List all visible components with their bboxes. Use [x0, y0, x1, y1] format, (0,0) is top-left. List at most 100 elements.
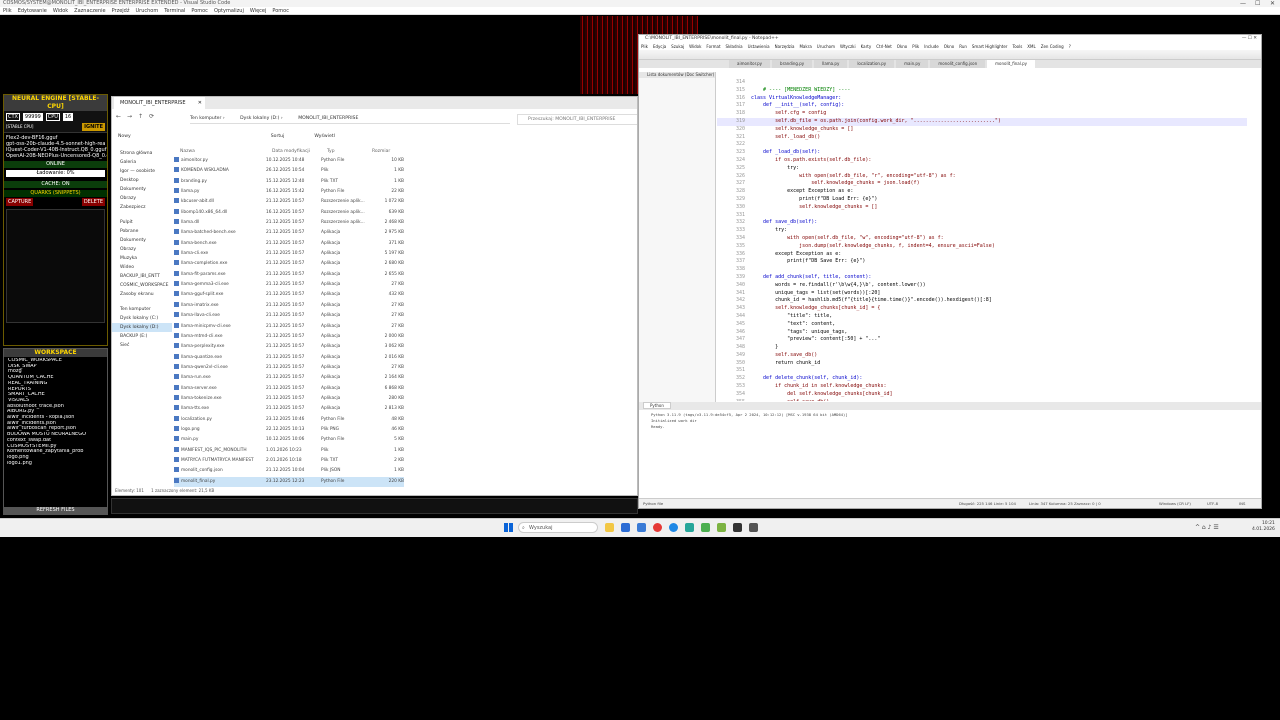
editor-menu-item[interactable]: Smart Highlighter	[972, 43, 1008, 50]
code-line[interactable]: 331	[717, 212, 1247, 220]
editor-menu-item[interactable]: Format	[706, 43, 720, 50]
code-line[interactable]: 347 "preview": content[:50] + "..."	[717, 336, 1247, 344]
editor-tab[interactable]: aimonitor.py	[729, 60, 771, 68]
nav-item[interactable]: Galeria	[112, 158, 172, 167]
nav-item[interactable]: Dokumenty	[112, 236, 172, 245]
file-row[interactable]: llama-gguf-split.exe 21.12.2025 10:57 Apli…	[174, 290, 404, 300]
menu-view[interactable]: Widok	[53, 7, 68, 14]
nav-arrows-icon[interactable]: ←→↑⟳	[116, 113, 160, 120]
taskbar-search-input[interactable]: Wyszukaj	[529, 525, 552, 531]
editor-menu-item[interactable]: Uruchom	[817, 43, 835, 50]
code-line[interactable]: 340 words = re.findall(r'\b\w{4,}\b', co…	[717, 282, 1247, 290]
taskbar-search[interactable]: ⌕ Wyszukaj	[518, 522, 598, 533]
file-row[interactable]: localization.py 23.12.2025 10:46 Python Fi…	[174, 415, 404, 425]
file-row[interactable]: KOMENDA WSKLADNA 26.12.2025 10:54 Plik 1 KB	[174, 166, 404, 176]
file-row[interactable]: llama.dll 21.12.2025 10:57 Rozszerzenie ap…	[174, 218, 404, 228]
menu-more[interactable]: Więcej	[250, 7, 267, 14]
ctx-input[interactable]: 99999	[22, 113, 43, 121]
file-row[interactable]: kbcuser-abit.dll 21.12.2025 10:57 Rozszerz…	[174, 197, 404, 207]
ignite-button[interactable]: IGNITE	[82, 123, 105, 131]
chrome-icon[interactable]	[653, 523, 662, 532]
nav-item[interactable]: Desktop	[112, 176, 172, 185]
code-line[interactable]: 345 "text": content,	[717, 321, 1247, 329]
editor-menu-item[interactable]: XML	[1027, 43, 1035, 50]
code-line[interactable]: 348 }	[717, 344, 1247, 352]
editor-menu-item[interactable]: Edycja	[653, 43, 666, 50]
code-line[interactable]: 320 self.knowledge_chunks = []	[717, 126, 1247, 134]
nav-item[interactable]: COSMIC_WORKSPACE	[112, 281, 172, 290]
file-row[interactable]: branding.py 15.12.2025 12:40 Plik TXT 1 KB	[174, 177, 404, 187]
editor-menu-item[interactable]: Makra	[799, 43, 811, 50]
nav-item[interactable]: Wideo	[112, 263, 172, 272]
editor-tab[interactable]: llama.py	[814, 60, 848, 68]
code-line[interactable]: 328 except Exception as e:	[717, 188, 1247, 196]
code-line[interactable]: 323 def _load_db(self):	[717, 149, 1247, 157]
minimize-icon[interactable]: —	[1240, 0, 1246, 7]
nav-item[interactable]: Igor — osobiste	[112, 167, 172, 176]
mail-icon[interactable]	[637, 523, 646, 532]
nav-item[interactable]: BACKUP_IBI_ENTT	[112, 272, 172, 281]
file-explorer-icon[interactable]	[605, 523, 614, 532]
file-row[interactable]: llama-imatrix.exe 21.12.2025 10:57 Aplikac…	[174, 301, 404, 311]
file-row[interactable]: llama-minicpmv-cli.exe 21.12.2025 10:57 Ap…	[174, 322, 404, 332]
workspace-file[interactable]: logo1.png	[4, 461, 107, 467]
nav-item[interactable]: Dysk lokalny (D:)	[112, 323, 172, 332]
file-row[interactable]: aimonitor.py 10.12.2025 10:48 Python File 1…	[174, 156, 404, 166]
nav-item[interactable]: Muzyka	[112, 254, 172, 263]
menu-edit[interactable]: Edytowanie	[18, 7, 47, 14]
file-row[interactable]: llama-mtmd-cli.exe 21.12.2025 10:57 Aplika…	[174, 332, 404, 342]
python-icon[interactable]	[717, 523, 726, 532]
file-row[interactable]: logo.png 22.12.2025 10:13 Plik PNG 46 KB	[174, 425, 404, 435]
code-line[interactable]: 338	[717, 266, 1247, 274]
explorer-search-input[interactable]: Przeszukaj: MONOLIT_IBI_ENTERPRISE	[528, 117, 615, 122]
menu-help-2[interactable]: Pomoc	[272, 7, 289, 14]
code-line[interactable]: 333 try:	[717, 227, 1247, 235]
nav-item[interactable]: Sieć	[112, 341, 172, 350]
code-line[interactable]: 336 except Exception as e:	[717, 251, 1247, 259]
code-line[interactable]: 352 def delete_chunk(self, chunk_id):	[717, 375, 1247, 383]
file-row[interactable]: libomp140.x86_64.dll 16.12.2025 10:57 Rozs…	[174, 208, 404, 218]
editor-menu-item[interactable]: Ustawienia	[748, 43, 770, 50]
editor-menu-item[interactable]: Narzędzia	[775, 43, 795, 50]
code-line[interactable]: 325 try:	[717, 165, 1247, 173]
code-line[interactable]: 319 self.db_file = os.path.join(config.w…	[717, 117, 1247, 126]
menu-help[interactable]: Pomoc	[191, 7, 208, 14]
nav-item[interactable]: Ten komputer	[112, 305, 172, 314]
editor-tab[interactable]: localization.py	[849, 60, 895, 68]
code-line[interactable]: 332 def save_db(self):	[717, 219, 1247, 227]
code-line[interactable]: 327 self.knowledge_chunks = json.load(f)	[717, 180, 1247, 188]
nav-item[interactable]: Obrazy	[112, 194, 172, 203]
file-row[interactable]: llama-cli.exe 21.12.2025 10:57 Aplikacja 5 …	[174, 249, 404, 259]
code-line[interactable]: 346 "tags": unique_tags,	[717, 329, 1247, 337]
file-row[interactable]: monolit_final.py 23.12.2025 12:23 Python F…	[174, 476, 404, 487]
editor-menu-item[interactable]: Widok	[689, 43, 701, 50]
code-line[interactable]: 334 with open(self.db_file, "w", encodin…	[717, 235, 1247, 243]
nav-item[interactable]: Dokumenty	[112, 185, 172, 194]
code-line[interactable]: 324 if os.path.exists(self.db_file):	[717, 157, 1247, 165]
file-row[interactable]: llama-completion.exe 21.12.2025 10:57 Apli…	[174, 259, 404, 269]
code-line[interactable]: 342 chunk_id = hashlib.md5(f"{title}{tim…	[717, 297, 1247, 305]
breadcrumb[interactable]: Ten komputer › Dysk lokalny (D:) › MONOL…	[190, 114, 510, 124]
breadcrumb-item[interactable]: Dysk lokalny (D:)	[240, 116, 279, 121]
menu-terminal[interactable]: Terminal	[164, 7, 185, 14]
refresh-files-button[interactable]: REFRESH FILES	[4, 507, 107, 514]
editor-tab[interactable]: main.py	[896, 60, 929, 68]
console-tab[interactable]: Python	[643, 402, 671, 409]
delete-button[interactable]: DELETE	[81, 198, 105, 206]
file-row[interactable]: llama-llava-cli.exe 21.12.2025 10:57 Aplik…	[174, 311, 404, 321]
app-icon[interactable]	[685, 523, 694, 532]
file-row[interactable]: llama-fit-params.exe 21.12.2025 10:57 Apli…	[174, 270, 404, 280]
new-button[interactable]: Nowy	[118, 134, 131, 139]
file-row[interactable]: llama-server.exe 21.12.2025 10:57 Aplikacj…	[174, 384, 404, 394]
code-line[interactable]: 317 def __init__(self, config):	[717, 102, 1247, 110]
nav-item[interactable]: Zabezpiecz	[112, 203, 172, 212]
close-icon[interactable]: ✕	[1270, 0, 1275, 7]
tray-icons[interactable]: ^ ⌂ ♪ ☰	[1195, 524, 1219, 531]
file-row[interactable]: llama-tokenize.exe 21.12.2025 10:57 Aplika…	[174, 394, 404, 404]
code-line[interactable]: 353 if chunk_id in self.knowledge_chunks…	[717, 383, 1247, 391]
app-icon[interactable]	[749, 523, 758, 532]
file-row[interactable]: llama-bench.exe 21.12.2025 10:57 Aplikacja…	[174, 239, 404, 249]
sort-button[interactable]: Sortuj	[271, 134, 285, 139]
editor-menu-item[interactable]: Tools	[1012, 43, 1022, 50]
explorer-tab[interactable]: MONOLIT_IBI_ENTERPRISE ✕	[114, 97, 205, 109]
